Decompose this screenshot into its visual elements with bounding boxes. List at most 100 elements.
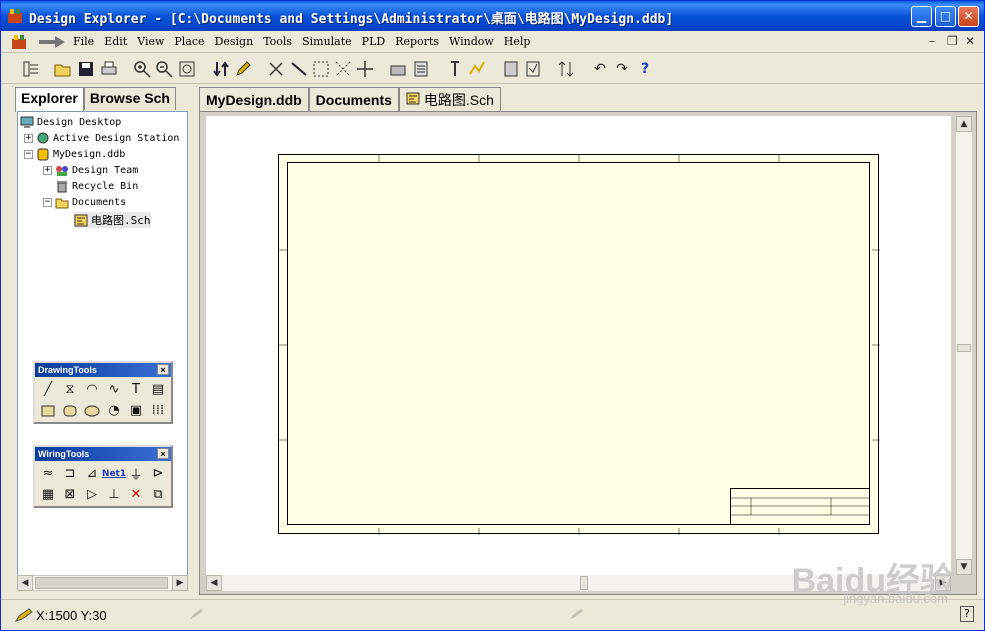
tab-mydesign-ddb[interactable]: MyDesign.ddb [199, 87, 309, 111]
tab-documents[interactable]: Documents [308, 87, 399, 111]
bezier-icon[interactable]: ∿ [103, 379, 125, 400]
text-icon[interactable]: T [125, 379, 147, 400]
scroll-thumb[interactable] [957, 344, 971, 352]
tree-item-mydesign-ddb[interactable]: − MyDesign.ddb [24, 148, 125, 161]
select-area-icon[interactable] [311, 59, 331, 79]
rounded-rectangle-icon[interactable] [59, 400, 81, 421]
zoom-fit-icon[interactable] [177, 59, 197, 79]
schematic-sheet[interactable] [278, 154, 880, 535]
array-icon[interactable]: ⁞⁞⁞ [147, 400, 169, 421]
collapse-icon[interactable]: − [24, 150, 33, 159]
net-label-icon[interactable]: Net1 [102, 463, 126, 484]
tab-explorer[interactable]: Explorer [15, 87, 84, 112]
ground-icon[interactable]: ⏚ [125, 463, 147, 484]
port-icon[interactable]: ⊳ [147, 463, 169, 484]
palette-close-button[interactable]: × [157, 448, 169, 459]
tab-browse-sch[interactable]: Browse Sch [83, 87, 176, 110]
cut-icon[interactable] [266, 59, 286, 79]
sheet-symbol-icon[interactable]: ⊠ [59, 484, 81, 505]
title-bar[interactable]: Design Explorer - [C:\Documents and Sett… [1, 1, 984, 31]
highlight-icon[interactable] [467, 59, 487, 79]
netlist-icon[interactable] [523, 59, 543, 79]
zoom-in-icon[interactable] [132, 59, 152, 79]
sheet-drawing-area[interactable] [287, 162, 870, 525]
scroll-thumb[interactable] [35, 577, 168, 589]
menu-edit[interactable]: Edit [99, 35, 132, 48]
probe-icon[interactable] [445, 59, 465, 79]
save-icon[interactable] [76, 59, 96, 79]
tab-schematic[interactable]: 电路图.Sch [398, 87, 501, 111]
text-frame-icon[interactable]: ▤ [147, 379, 169, 400]
bus-icon[interactable]: ⊐ [59, 463, 81, 484]
no-erc-icon[interactable]: ✕ [125, 484, 147, 505]
rectangle-icon[interactable] [37, 400, 59, 421]
ellipse-icon[interactable] [81, 400, 103, 421]
tree-item-design-desktop[interactable]: Design Desktop [20, 116, 121, 129]
tree-item-active-design-station[interactable]: + Active Design Station [24, 132, 179, 145]
document-menu-icon[interactable] [11, 34, 27, 50]
zoom-out-icon[interactable] [154, 59, 174, 79]
canvas-vertical-scrollbar[interactable]: ▲ ▼ [956, 116, 972, 575]
image-icon[interactable]: ▣ [125, 400, 147, 421]
palette-close-button[interactable]: × [157, 364, 169, 375]
part-icon[interactable]: ▦ [37, 484, 59, 505]
menu-view[interactable]: View [132, 35, 169, 48]
menu-file[interactable]: File [68, 35, 99, 48]
close-button[interactable]: ✕ [958, 6, 979, 27]
wire-icon[interactable] [289, 59, 309, 79]
tree-item-schematic[interactable]: 电路图.Sch [74, 212, 151, 228]
menu-reports[interactable]: Reports [390, 35, 444, 48]
line-icon[interactable]: ╱ [37, 379, 59, 400]
undo-icon[interactable]: ↶ [590, 59, 610, 79]
menu-place[interactable]: Place [169, 35, 209, 48]
wire-tool-icon[interactable]: ≈ [37, 463, 59, 484]
help-status-icon[interactable]: ? [960, 606, 974, 622]
print-icon[interactable] [99, 59, 119, 79]
tree-item-documents[interactable]: − Documents [43, 196, 126, 209]
menu-window[interactable]: Window [444, 35, 499, 48]
toggle-panel-icon[interactable] [21, 59, 41, 79]
arc-icon[interactable]: ◠ [81, 379, 103, 400]
scroll-right-button[interactable]: ▶ [172, 575, 188, 591]
open-icon[interactable] [53, 59, 73, 79]
scroll-down-button[interactable]: ▼ [956, 559, 972, 575]
library-icon[interactable] [388, 59, 408, 79]
menu-simulate[interactable]: Simulate [297, 35, 357, 48]
expand-icon[interactable]: + [43, 166, 52, 175]
pcb-layout-icon[interactable]: ⧉ [147, 484, 169, 505]
mdi-close-button[interactable]: ✕ [965, 34, 975, 48]
polygon-icon[interactable]: ⧖ [59, 379, 81, 400]
sort-icon[interactable] [556, 59, 576, 79]
collapse-icon[interactable]: − [43, 198, 52, 207]
compile-icon[interactable] [501, 59, 521, 79]
palette-title[interactable]: DrawingTools × [35, 363, 171, 377]
maximize-button[interactable]: □ [935, 6, 956, 27]
pie-icon[interactable]: ◔ [103, 400, 125, 421]
tree-item-design-team[interactable]: + Design Team [43, 164, 138, 177]
hierarchy-icon[interactable] [211, 59, 231, 79]
scroll-left-button[interactable]: ◀ [17, 575, 33, 591]
schematic-canvas[interactable] [206, 116, 951, 575]
palette-title[interactable]: WiringTools × [35, 447, 171, 461]
menu-design[interactable]: Design [210, 35, 259, 48]
sheet-entry-icon[interactable]: ▷ [81, 484, 103, 505]
move-icon[interactable] [355, 59, 375, 79]
scroll-up-button[interactable]: ▲ [956, 116, 972, 132]
menu-pld[interactable]: PLD [357, 35, 391, 48]
browse-library-icon[interactable] [411, 59, 431, 79]
deselect-icon[interactable] [333, 59, 353, 79]
mdi-minimize-button[interactable]: – [929, 34, 935, 48]
wiring-tools-palette[interactable]: WiringTools × ≈ ⊐ ⊿ Net1 ⏚ ⊳ ▦ ⊠ ▷ ⊥ ✕ ⧉ [33, 445, 173, 508]
tree-item-recycle-bin[interactable]: Recycle Bin [55, 180, 138, 193]
scroll-thumb[interactable] [580, 576, 588, 590]
mdi-restore-button[interactable]: ❐ [947, 34, 958, 48]
scroll-left-button[interactable]: ◀ [206, 575, 222, 591]
expand-icon[interactable]: + [24, 134, 33, 143]
menu-tools[interactable]: Tools [258, 35, 297, 48]
pencil-icon[interactable] [233, 59, 253, 79]
bus-entry-icon[interactable]: ⊿ [81, 463, 103, 484]
help-icon[interactable]: ? [635, 59, 655, 79]
drawing-tools-palette[interactable]: DrawingTools × ╱ ⧖ ◠ ∿ T ▤ ◔ ▣ ⁞⁞⁞ [33, 361, 173, 424]
tree-horizontal-scrollbar[interactable]: ◀ ▶ [17, 575, 188, 591]
minimize-button[interactable]: ▁ [911, 6, 932, 27]
